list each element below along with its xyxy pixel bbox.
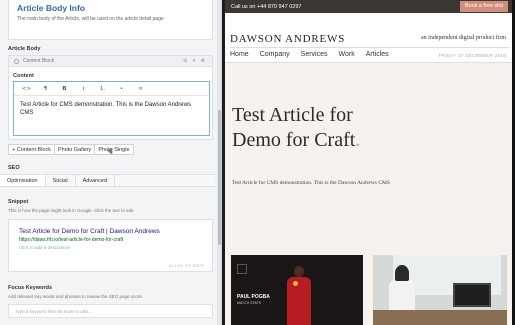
article-thumbnail-football[interactable]: PAUL POGBA MATCH STATS (231, 255, 363, 325)
site-logo[interactable]: DAWSON ANDREWS (230, 33, 345, 45)
cms-editor-pane: Article Body Info The main body of the A… (0, 0, 222, 325)
content-label: Content (13, 73, 34, 79)
hero-title-line-1: Test Article for (232, 104, 353, 126)
article-body-text: Test Article for CMS demonstration. This… (232, 180, 390, 186)
matrix-block: Content Block ⚙ ▾ ✥ Content <> ¶ B I 1. … (8, 55, 213, 140)
article-date: FRIDAY 07 DECEMBER 2018 (438, 53, 506, 58)
ordered-list-icon[interactable]: 1. (93, 86, 112, 92)
footballer-image (286, 260, 311, 325)
editor-scrollbar[interactable] (217, 0, 221, 325)
site-header: DAWSON ANDREWS an independent digital pr… (225, 13, 512, 63)
matrix-block-header[interactable]: Content Block ⚙ ▾ ✥ (9, 56, 212, 67)
site-top-bar: Call us on +44 870 947 0297 Book a free … (225, 0, 512, 13)
code-icon[interactable]: <> (17, 86, 36, 92)
site-tagline: an independent digital product firm (421, 35, 506, 41)
section-description: The main body of the Article, will be us… (17, 16, 164, 22)
article-thumbnail-office[interactable] (373, 255, 507, 325)
click-to-edit-hint: CLICK TO EDIT (168, 263, 204, 268)
unordered-list-icon[interactable]: • (112, 86, 131, 92)
tab-optimisation[interactable]: Optimisation (0, 175, 46, 186)
nav-work[interactable]: Work (339, 51, 355, 58)
hero-title-line-2: Demo for Craft (232, 129, 356, 151)
hero-title-dot: . (355, 129, 361, 151)
desk (373, 310, 507, 325)
add-content-block-button[interactable]: + Content Block (8, 144, 55, 155)
site-nav: Home Company Services Work Articles (230, 51, 400, 58)
content-text[interactable]: Test Article for CMS demonstration. This… (14, 96, 209, 122)
article-body-label: Article Body (8, 46, 41, 52)
snippet-label: Snippet (8, 199, 29, 205)
block-toggle-icon[interactable] (14, 58, 19, 64)
focus-keywords-hint: Add relevant key words and phrases to re… (8, 294, 142, 299)
player-shirt (287, 277, 311, 325)
bold-icon[interactable]: B (55, 86, 74, 92)
block-settings-icon[interactable]: ⚙ ▾ ✥ (183, 58, 207, 64)
nav-home[interactable]: Home (230, 51, 249, 58)
article-hero-title: Test Article for Demo for Craft. (232, 103, 360, 153)
block-name: Content Block (23, 58, 55, 64)
snippet-url[interactable]: https://daws.frb.io/test-article-for-dem… (19, 237, 202, 243)
article-body-info-section: Article Body Info The main body of the A… (8, 0, 213, 40)
focus-keywords-label: Focus Keywords (8, 285, 53, 291)
rich-text-editor[interactable]: <> ¶ B I 1. • ∞ Test Article for CMS dem… (13, 81, 210, 136)
scrollbar-thumb[interactable] (218, 110, 221, 245)
tab-social[interactable]: Social (46, 175, 76, 186)
monitor-icon (453, 283, 491, 307)
player-head (294, 266, 304, 277)
person-body (389, 280, 415, 310)
snippet-hint: This is how the page might look in Googl… (8, 208, 134, 213)
tab-advanced[interactable]: Advanced (76, 175, 116, 186)
book-slot-button[interactable]: Book a free slot (459, 1, 508, 12)
person-head (395, 265, 409, 281)
nav-services[interactable]: Services (301, 51, 328, 58)
header-divider (230, 47, 509, 48)
club-crest-icon (293, 281, 298, 286)
snippet-title[interactable]: Test Article for Demo for Craft | Dawson… (19, 228, 202, 235)
stats-box-icon (237, 264, 247, 274)
rich-text-toolbar: <> ¶ B I 1. • ∞ (14, 82, 209, 96)
nav-articles[interactable]: Articles (366, 51, 389, 58)
seo-label: SEO (8, 165, 20, 171)
phone-number[interactable]: Call us on +44 870 947 0297 (231, 4, 302, 10)
link-icon[interactable]: ∞ (131, 86, 150, 92)
focus-keyword-input[interactable]: Type a keyword then hit enter to add... (8, 304, 213, 318)
paragraph-icon[interactable]: ¶ (36, 86, 55, 92)
section-title: Article Body Info (17, 3, 86, 13)
seo-tabs: Optimisation Social Advanced (0, 174, 215, 187)
italic-icon[interactable]: I (74, 86, 93, 92)
add-photo-gallery-button[interactable]: Photo Gallery (53, 144, 96, 155)
player-subtitle: MATCH STATS (237, 301, 261, 305)
google-snippet-preview[interactable]: Test Article for Demo for Craft | Dawson… (8, 219, 213, 272)
nav-company[interactable]: Company (260, 51, 290, 58)
snippet-description[interactable]: Click to add a description! (19, 245, 202, 250)
player-name: PAUL POGBA (237, 294, 270, 300)
live-preview-pane: Call us on +44 870 947 0297 Book a free … (225, 0, 512, 325)
